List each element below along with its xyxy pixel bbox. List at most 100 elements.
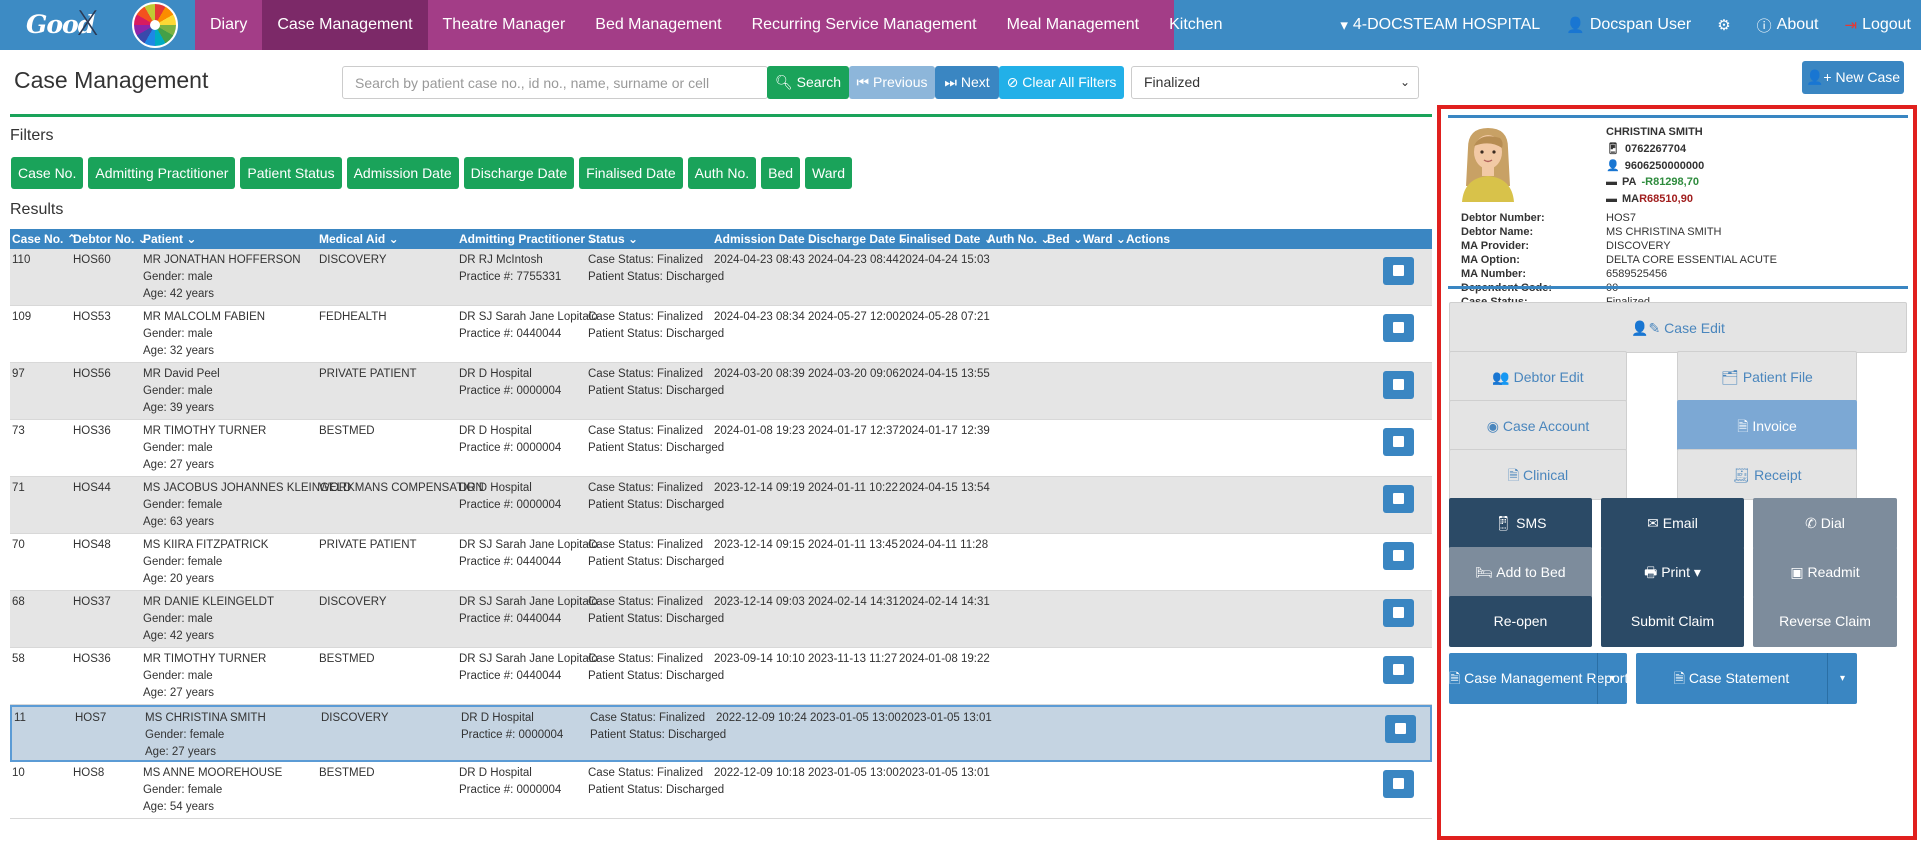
filter-finalised-date[interactable]: Finalised Date: [579, 157, 683, 189]
statement-dropdown-toggle[interactable]: ▾: [1827, 653, 1857, 704]
cell-patient-name: MS CHRISTINA SMITH: [145, 712, 266, 724]
column-header-discharge-date[interactable]: Discharge Date ⌄: [808, 229, 909, 249]
user-circle-icon: ◉: [1486, 418, 1503, 434]
column-header-admission-date[interactable]: Admission Date ⌄: [714, 229, 818, 249]
logout-link[interactable]: ⇥ Logout: [1844, 16, 1911, 34]
table-row[interactable]: 11 HOS7 MS CHRISTINA SMITH Gender: female Ag…: [10, 705, 1432, 762]
clear-filters-button[interactable]: ⊘ Clear All Filters: [999, 66, 1124, 99]
column-header-label: Case No.: [12, 232, 64, 246]
sms-button[interactable]: 📱︎ SMS: [1449, 498, 1592, 549]
filter-patient-status[interactable]: Patient Status: [240, 157, 342, 189]
table-row[interactable]: 10 HOS8 MS ANNE MOOREHOUSE Gender: female Ag…: [10, 762, 1432, 819]
nav-item-theatre-manager[interactable]: Theatre Manager: [428, 0, 581, 50]
file-medical-icon: 🗎: [1507, 467, 1524, 483]
app-logo[interactable]: Good X: [0, 0, 195, 50]
column-header-bed[interactable]: Bed ⌄: [1047, 229, 1083, 249]
row-action-button[interactable]: [1383, 428, 1414, 456]
table-row[interactable]: 97 HOS56 MR David Peel Gender: male Age: 39 …: [10, 363, 1432, 420]
row-action-button[interactable]: [1383, 599, 1414, 627]
row-action-button[interactable]: [1385, 715, 1416, 743]
row-action-button[interactable]: [1383, 656, 1414, 684]
settings-button[interactable]: ⚙: [1717, 16, 1730, 34]
case-account-button[interactable]: ◉ Case Account: [1449, 400, 1627, 451]
case-edit-button[interactable]: 👤✎ Case Edit: [1449, 302, 1907, 353]
cell-patient-age: Age: 20 years: [143, 573, 214, 585]
next-button[interactable]: ⏭ Next: [935, 66, 999, 99]
column-header-case-no[interactable]: Case No. ⌃: [12, 229, 77, 249]
table-row[interactable]: 58 HOS36 MR TIMOTHY TURNER Gender: male Age:…: [10, 648, 1432, 705]
row-action-button[interactable]: [1383, 257, 1414, 285]
cell-case-no: 58: [12, 653, 25, 665]
table-row[interactable]: 71 HOS44 MS JACOBUS JOHANNES KLEINGELD Gend…: [10, 477, 1432, 534]
table-row[interactable]: 73 HOS36 MR TIMOTHY TURNER Gender: male Age:…: [10, 420, 1432, 477]
nav-item-recurring-service-management[interactable]: Recurring Service Management: [737, 0, 992, 50]
column-header-admitting-practitioner[interactable]: Admitting Practitioner ⌄: [459, 229, 598, 249]
cell-medical-aid: DISCOVERY: [319, 596, 387, 608]
results-label: Results: [10, 201, 64, 218]
nav-item-kitchen[interactable]: Kitchen: [1154, 0, 1237, 50]
filter-discharge-date[interactable]: Discharge Date: [463, 157, 575, 189]
hospital-dropdown[interactable]: ▾ 4-DOCSTEAM HOSPITAL: [1340, 16, 1540, 34]
reopen-button[interactable]: Re-open: [1449, 596, 1592, 647]
receipt-button[interactable]: 🧾︎ Receipt: [1677, 449, 1857, 500]
cell-practitioner: DR SJ Sarah Jane Lopitalo: [459, 596, 598, 608]
filter-admission-date[interactable]: Admission Date: [346, 157, 459, 189]
print-dropdown-button[interactable]: 🖶 Print ▾: [1601, 547, 1744, 598]
table-row[interactable]: 110 HOS60 MR JONATHAN HOFFERSON Gender: mal…: [10, 249, 1432, 306]
filter-ward[interactable]: Ward: [805, 157, 852, 189]
about-link[interactable]: ⓘ About: [1757, 15, 1819, 36]
row-action-button[interactable]: [1383, 371, 1414, 399]
cell-patient-gender: Gender: male: [143, 613, 213, 625]
sort-down-icon: ⌄: [1069, 232, 1084, 246]
dial-button[interactable]: ✆ Dial: [1753, 498, 1897, 549]
cell-patient-age: Age: 42 years: [143, 630, 214, 642]
patient-file-button[interactable]: 🗂 Patient File: [1677, 351, 1857, 402]
cell-admission-date: 2024-04-23 08:43: [714, 254, 805, 266]
column-header-auth-no[interactable]: Auth No. ⌄: [987, 229, 1050, 249]
search-button[interactable]: 🔍︎ Search: [767, 66, 849, 99]
row-action-button[interactable]: [1383, 485, 1414, 513]
column-header-patient[interactable]: Patient ⌄: [143, 229, 196, 249]
filter-auth-no[interactable]: Auth No.: [687, 157, 757, 189]
filter-buttons: Case No. Admitting Practitioner Patient St…: [11, 157, 852, 189]
submit-claim-button[interactable]: Submit Claim: [1601, 596, 1744, 647]
filter-admitting-practitioner[interactable]: Admitting Practitioner: [88, 157, 236, 189]
search-input[interactable]: [342, 66, 768, 99]
cell-finalised-date: 2024-05-28 07:21: [899, 311, 990, 323]
case-management-report-button[interactable]: 🗎 Case Management Report ▾: [1449, 653, 1628, 704]
user-menu[interactable]: 👤 Docspan User: [1566, 16, 1691, 34]
email-button[interactable]: ✉ Email: [1601, 498, 1744, 549]
invoice-button[interactable]: 🗎 Invoice: [1677, 400, 1857, 451]
table-row[interactable]: 70 HOS48 MS KIIRA FITZPATRICK Gender: femal…: [10, 534, 1432, 591]
status-filter-select[interactable]: Finalized ⌄: [1131, 66, 1419, 99]
nav-item-meal-management[interactable]: Meal Management: [992, 0, 1155, 50]
nav-item-bed-management[interactable]: Bed Management: [580, 0, 736, 50]
report-dropdown-toggle[interactable]: ▾: [1597, 653, 1627, 704]
debtor-edit-button[interactable]: 👥 Debtor Edit: [1449, 351, 1627, 402]
cell-case-no: 71: [12, 482, 25, 494]
filter-bed[interactable]: Bed: [761, 157, 801, 189]
case-statement-button[interactable]: 🗎 Case Statement ▾: [1636, 653, 1857, 704]
table-row[interactable]: 68 HOS37 MR DANIE KLEINGELDT Gender: male Ag…: [10, 591, 1432, 648]
search-icon: 🔍︎: [774, 74, 797, 90]
clinical-button[interactable]: 🗎 Clinical: [1449, 449, 1627, 500]
reverse-claim-button[interactable]: Reverse Claim: [1753, 596, 1897, 647]
row-action-button[interactable]: [1383, 314, 1414, 342]
cell-patient-status: Patient Status: Discharged: [588, 271, 725, 283]
file-icon: 🗎: [1737, 418, 1753, 434]
column-header-finalised-date[interactable]: Finalised Date ⌄: [899, 229, 994, 249]
column-header-ward[interactable]: Ward ⌄: [1083, 229, 1126, 249]
new-case-button[interactable]: 👤+ New Case: [1802, 61, 1904, 94]
readmit-button[interactable]: ▣ Readmit: [1753, 547, 1897, 598]
filter-case-no[interactable]: Case No.: [11, 157, 84, 189]
table-row[interactable]: 109 HOS53 MR MALCOLM FABIEN Gender: male Age…: [10, 306, 1432, 363]
previous-button[interactable]: ⏮ Previous: [849, 66, 935, 99]
column-header-debtor-no[interactable]: Debtor No. ⌄: [73, 229, 148, 249]
add-to-bed-button[interactable]: 🛏︎ Add to Bed: [1449, 547, 1592, 598]
nav-item-diary[interactable]: Diary: [195, 0, 262, 50]
column-header-medical-aid[interactable]: Medical Aid ⌄: [319, 229, 399, 249]
row-action-button[interactable]: [1383, 542, 1414, 570]
row-action-button[interactable]: [1383, 770, 1414, 798]
column-header-status[interactable]: Status ⌄: [588, 229, 638, 249]
nav-item-case-management[interactable]: Case Management: [262, 0, 428, 50]
